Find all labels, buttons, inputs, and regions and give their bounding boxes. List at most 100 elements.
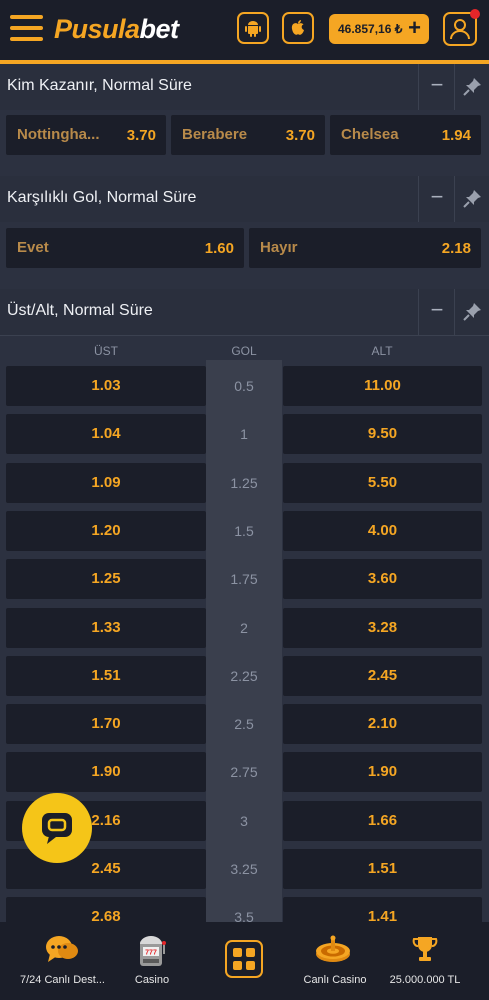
hamburger-menu-icon[interactable] <box>10 15 43 41</box>
pin-button[interactable] <box>454 64 489 110</box>
goal-line-value: 2.25 <box>230 668 258 684</box>
pin-icon <box>463 78 481 96</box>
odd-label: Hayır <box>260 239 298 256</box>
top-header: Pusulabet 46.857,16 ₺ + <box>0 0 489 64</box>
under-odd-button[interactable]: 2.45 <box>283 656 482 696</box>
over-odd-button[interactable]: 1.09 <box>6 463 206 503</box>
pin-button[interactable] <box>454 176 489 222</box>
over-odd-button[interactable]: 1.04 <box>6 414 206 454</box>
chat-icon <box>42 813 72 844</box>
odd-value: 1.60 <box>204 240 234 257</box>
overunder-row: 1.25 1.75 3.60 <box>0 559 489 599</box>
svg-text:777: 777 <box>145 950 157 957</box>
over-odd-button[interactable]: 1.25 <box>6 559 206 599</box>
collapse-icon[interactable]: − <box>418 176 455 222</box>
overunder-row: 1.04 1 9.50 <box>0 414 489 454</box>
overunder-row: 1.33 2 3.28 <box>0 608 489 648</box>
over-odd-button[interactable]: 1.90 <box>6 752 206 792</box>
android-icon <box>245 21 261 37</box>
pin-button[interactable] <box>454 289 489 335</box>
under-odd-button[interactable]: 1.51 <box>283 849 482 889</box>
market-body-btts: Evet 1.60 Hayır 2.18 <box>0 222 489 286</box>
pin-icon <box>463 303 481 321</box>
slot-machine-icon: 777 <box>140 936 166 966</box>
nav-jackpot[interactable]: 25.000.000 TL <box>380 922 470 1000</box>
roulette-icon <box>316 935 350 962</box>
market-header-overunder[interactable]: Üst/Alt, Normal Süre − <box>0 289 489 336</box>
odd-value: 2.18 <box>441 240 471 257</box>
goal-line-value: 2.5 <box>234 716 254 732</box>
user-account-button[interactable] <box>443 9 480 46</box>
odd-button-no[interactable]: Hayır 2.18 <box>249 228 481 268</box>
over-odd-button[interactable]: 1.33 <box>6 608 206 648</box>
overunder-row: 1.90 2.75 1.90 <box>0 752 489 792</box>
column-header-goal: GOL <box>231 344 257 358</box>
odd-label: Evet <box>17 239 49 256</box>
grid-icon <box>233 948 255 970</box>
nav-casino[interactable]: 777 Casino <box>122 922 182 1000</box>
overunder-row: 1.51 2.25 2.45 <box>0 656 489 696</box>
live-chat-button[interactable] <box>22 793 92 863</box>
overunder-row: 1.70 2.5 2.10 <box>0 704 489 744</box>
overunder-row: 1.20 1.5 4.00 <box>0 511 489 551</box>
market-body-winner: Nottingha... 3.70 Berabere 3.70 Chelsea … <box>0 110 489 174</box>
over-odd-button[interactable]: 1.03 <box>6 366 206 406</box>
odd-label: Chelsea <box>341 126 399 143</box>
odd-button-yes[interactable]: Evet 1.60 <box>6 228 244 268</box>
goal-line-value: 1.5 <box>234 523 254 539</box>
trophy-icon <box>412 937 438 961</box>
odd-value: 3.70 <box>285 127 315 144</box>
market-title: Kim Kazanır, Normal Süre <box>7 77 192 94</box>
android-app-button[interactable] <box>237 12 269 44</box>
balance-amount: 46.857,16 ₺ <box>338 22 403 36</box>
collapse-icon[interactable]: − <box>418 64 455 110</box>
market-header-btts[interactable]: Karşılıklı Gol, Normal Süre − <box>0 176 489 223</box>
over-odd-button[interactable]: 1.20 <box>6 511 206 551</box>
ios-app-button[interactable] <box>282 12 314 44</box>
over-odd-button[interactable]: 1.70 <box>6 704 206 744</box>
over-odd-button[interactable]: 1.51 <box>6 656 206 696</box>
goal-line-value: 1 <box>240 426 248 442</box>
odd-button-home[interactable]: Nottingha... 3.70 <box>6 115 166 155</box>
goal-line-value: 3 <box>240 813 248 829</box>
under-odd-button[interactable]: 2.10 <box>283 704 482 744</box>
odd-label: Nottingha... <box>17 126 100 143</box>
brand-logo[interactable]: Pusulabet <box>54 14 179 45</box>
nav-live-casino[interactable]: Canlı Casino <box>295 922 375 1000</box>
nav-label: 25.000.000 TL <box>389 974 461 986</box>
under-odd-button[interactable]: 9.50 <box>283 414 482 454</box>
under-odd-button[interactable]: 3.60 <box>283 559 482 599</box>
deposit-plus-icon: + <box>408 15 421 40</box>
support-chat-icon <box>46 936 78 962</box>
balance-button[interactable]: 46.857,16 ₺ + <box>329 14 429 44</box>
under-odd-button[interactable]: 1.66 <box>283 801 482 841</box>
nav-home-grid-button[interactable] <box>225 940 263 978</box>
column-header-under: ALT <box>371 344 393 358</box>
user-icon <box>450 19 470 40</box>
notification-dot <box>470 9 480 19</box>
market-header-winner[interactable]: Kim Kazanır, Normal Süre − <box>0 64 489 111</box>
under-odd-button[interactable]: 11.00 <box>283 366 482 406</box>
under-odd-button[interactable]: 3.28 <box>283 608 482 648</box>
under-odd-button[interactable]: 5.50 <box>283 463 482 503</box>
odd-label: Berabere <box>182 126 248 143</box>
pin-icon <box>463 190 481 208</box>
goal-line-value: 2.75 <box>230 764 258 780</box>
under-odd-button[interactable]: 1.90 <box>283 752 482 792</box>
nav-label: Canlı Casino <box>303 974 367 986</box>
odd-value: 1.94 <box>441 127 471 144</box>
under-odd-button[interactable]: 4.00 <box>283 511 482 551</box>
odd-button-draw[interactable]: Berabere 3.70 <box>171 115 325 155</box>
logo-text-part2: bet <box>139 14 180 44</box>
market-title: Üst/Alt, Normal Süre <box>7 302 153 319</box>
overunder-row: 1.09 1.25 5.50 <box>0 463 489 503</box>
goal-line-value: 1.25 <box>230 475 258 491</box>
goal-line-value: 0.5 <box>234 378 254 394</box>
odd-button-away[interactable]: Chelsea 1.94 <box>330 115 481 155</box>
goal-line-value: 1.75 <box>230 571 258 587</box>
odd-value: 3.70 <box>126 127 156 144</box>
collapse-icon[interactable]: − <box>418 289 455 335</box>
nav-support[interactable]: 7/24 Canlı Dest... <box>0 922 125 1000</box>
goal-line-value: 2 <box>240 620 248 636</box>
logo-text-part1: Pusula <box>54 14 140 44</box>
